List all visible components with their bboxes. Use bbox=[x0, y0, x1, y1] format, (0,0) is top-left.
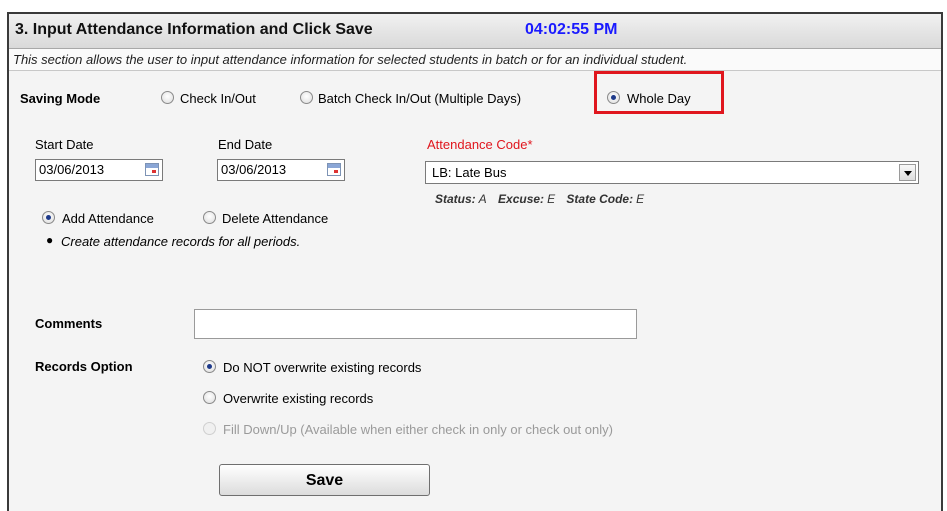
section-header: 3. Input Attendance Information and Clic… bbox=[9, 14, 941, 49]
radio-add-attendance[interactable] bbox=[42, 211, 55, 224]
start-date-value: 03/06/2013 bbox=[39, 162, 105, 177]
bullet-icon: ● bbox=[46, 233, 54, 247]
start-date-label: Start Date bbox=[35, 137, 94, 152]
end-date-field[interactable]: 03/06/2013 bbox=[217, 159, 345, 181]
radio-check-in-out[interactable] bbox=[161, 91, 174, 104]
status-value: A bbox=[478, 192, 487, 206]
attendance-code-label: Attendance Code* bbox=[427, 137, 533, 152]
radio-overwrite-label: Overwrite existing records bbox=[223, 391, 374, 406]
status-label: Status: bbox=[435, 192, 476, 206]
calendar-icon[interactable] bbox=[327, 163, 341, 176]
section-description: This section allows the user to input at… bbox=[9, 49, 941, 71]
calendar-icon[interactable] bbox=[145, 163, 159, 176]
save-button[interactable]: Save bbox=[219, 464, 430, 496]
end-date-label: End Date bbox=[218, 137, 273, 152]
radio-batch-check-in-out[interactable] bbox=[300, 91, 313, 104]
radio-overwrite[interactable] bbox=[203, 391, 216, 404]
state-code-label: State Code: bbox=[566, 192, 634, 206]
attendance-code-details: Status: A Excuse: E State Code: E bbox=[435, 192, 652, 206]
radio-do-not-overwrite[interactable] bbox=[203, 360, 216, 373]
excuse-value: E bbox=[547, 192, 556, 206]
radio-batch-check-in-out-label: Batch Check In/Out (Multiple Days) bbox=[318, 91, 522, 106]
records-option-label: Records Option bbox=[35, 359, 133, 374]
chevron-down-icon[interactable] bbox=[899, 164, 916, 181]
radio-fill-down-up[interactable] bbox=[203, 422, 216, 435]
action-note: Create attendance records for all period… bbox=[61, 234, 301, 249]
radio-delete-attendance-label: Delete Attendance bbox=[222, 211, 329, 226]
radio-add-attendance-label: Add Attendance bbox=[62, 211, 154, 226]
radio-fill-down-up-label: Fill Down/Up (Available when either chec… bbox=[223, 422, 613, 437]
start-date-field[interactable]: 03/06/2013 bbox=[35, 159, 163, 181]
comments-input[interactable] bbox=[194, 309, 637, 339]
end-date-value: 03/06/2013 bbox=[221, 162, 287, 177]
current-time: 04:02:55 PM bbox=[525, 21, 618, 38]
radio-check-in-out-label: Check In/Out bbox=[180, 91, 256, 106]
saving-mode-label: Saving Mode bbox=[20, 91, 101, 106]
state-code-value: E bbox=[636, 192, 645, 206]
attendance-code-value: LB: Late Bus bbox=[432, 165, 507, 180]
comments-label: Comments bbox=[35, 316, 103, 331]
whole-day-highlight bbox=[594, 71, 724, 114]
attendance-code-select[interactable]: LB: Late Bus bbox=[425, 161, 919, 184]
excuse-label: Excuse: bbox=[498, 192, 545, 206]
radio-do-not-overwrite-label: Do NOT overwrite existing records bbox=[223, 360, 422, 375]
section-title: 3. Input Attendance Information and Clic… bbox=[15, 21, 373, 38]
radio-delete-attendance[interactable] bbox=[203, 211, 216, 224]
